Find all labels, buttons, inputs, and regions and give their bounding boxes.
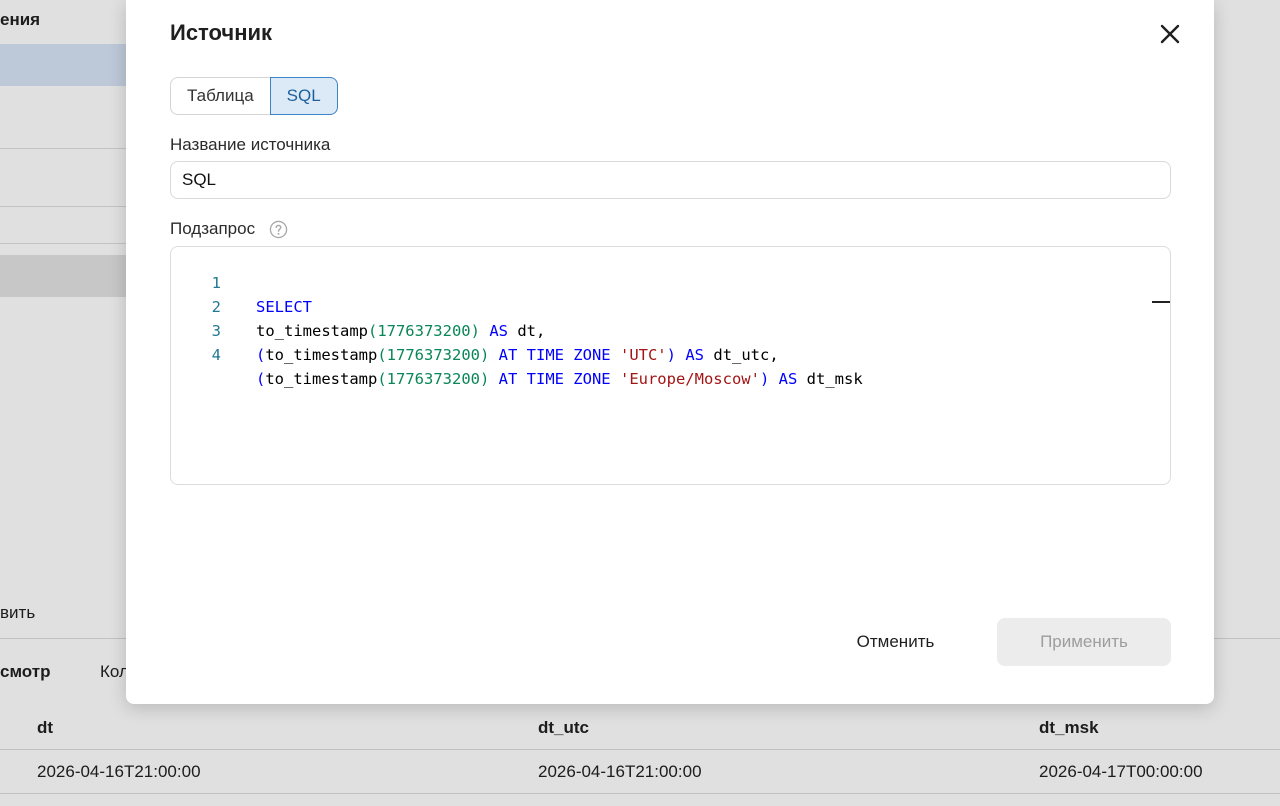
sql-code-editor[interactable]: 1 SELECT 2 to_timestamp(1776373200) AS d… — [170, 246, 1171, 485]
help-button[interactable] — [268, 219, 288, 239]
line-number: 4 — [211, 346, 221, 364]
code-text: (to_timestamp(1776373200) AT TIME ZONE '… — [256, 370, 863, 388]
tab-sql[interactable]: SQL — [269, 77, 338, 115]
code-line: 4 (to_timestamp(1776373200) AT TIME ZONE… — [171, 319, 863, 388]
code-text: (to_timestamp(1776373200) AT TIME ZONE '… — [256, 346, 779, 364]
apply-button[interactable]: Применить — [997, 618, 1171, 666]
source-dialog: Источник Таблица SQL Название источника … — [126, 0, 1214, 704]
subquery-label: Подзапрос — [170, 219, 256, 238]
code-line: 1 SELECT — [171, 247, 312, 316]
code-text: SELECT — [256, 298, 312, 316]
code-line: 2 to_timestamp(1776373200) AS dt, — [171, 271, 546, 340]
question-circle-icon — [269, 220, 287, 238]
cancel-button[interactable]: Отменить — [838, 618, 953, 666]
dialog-title: Источник — [170, 20, 273, 45]
source-name-input[interactable] — [170, 161, 1171, 199]
editor-minimap-slider[interactable] — [1152, 301, 1170, 303]
source-name-label: Название источника — [170, 135, 331, 154]
tab-table[interactable]: Таблица — [170, 77, 270, 115]
code-text: to_timestamp(1776373200) AS dt, — [256, 322, 546, 340]
close-button[interactable] — [1156, 20, 1184, 48]
code-line: 3 (to_timestamp(1776373200) AT TIME ZONE… — [171, 295, 779, 364]
source-type-switch: Таблица SQL — [170, 77, 338, 115]
close-icon — [1160, 24, 1180, 44]
